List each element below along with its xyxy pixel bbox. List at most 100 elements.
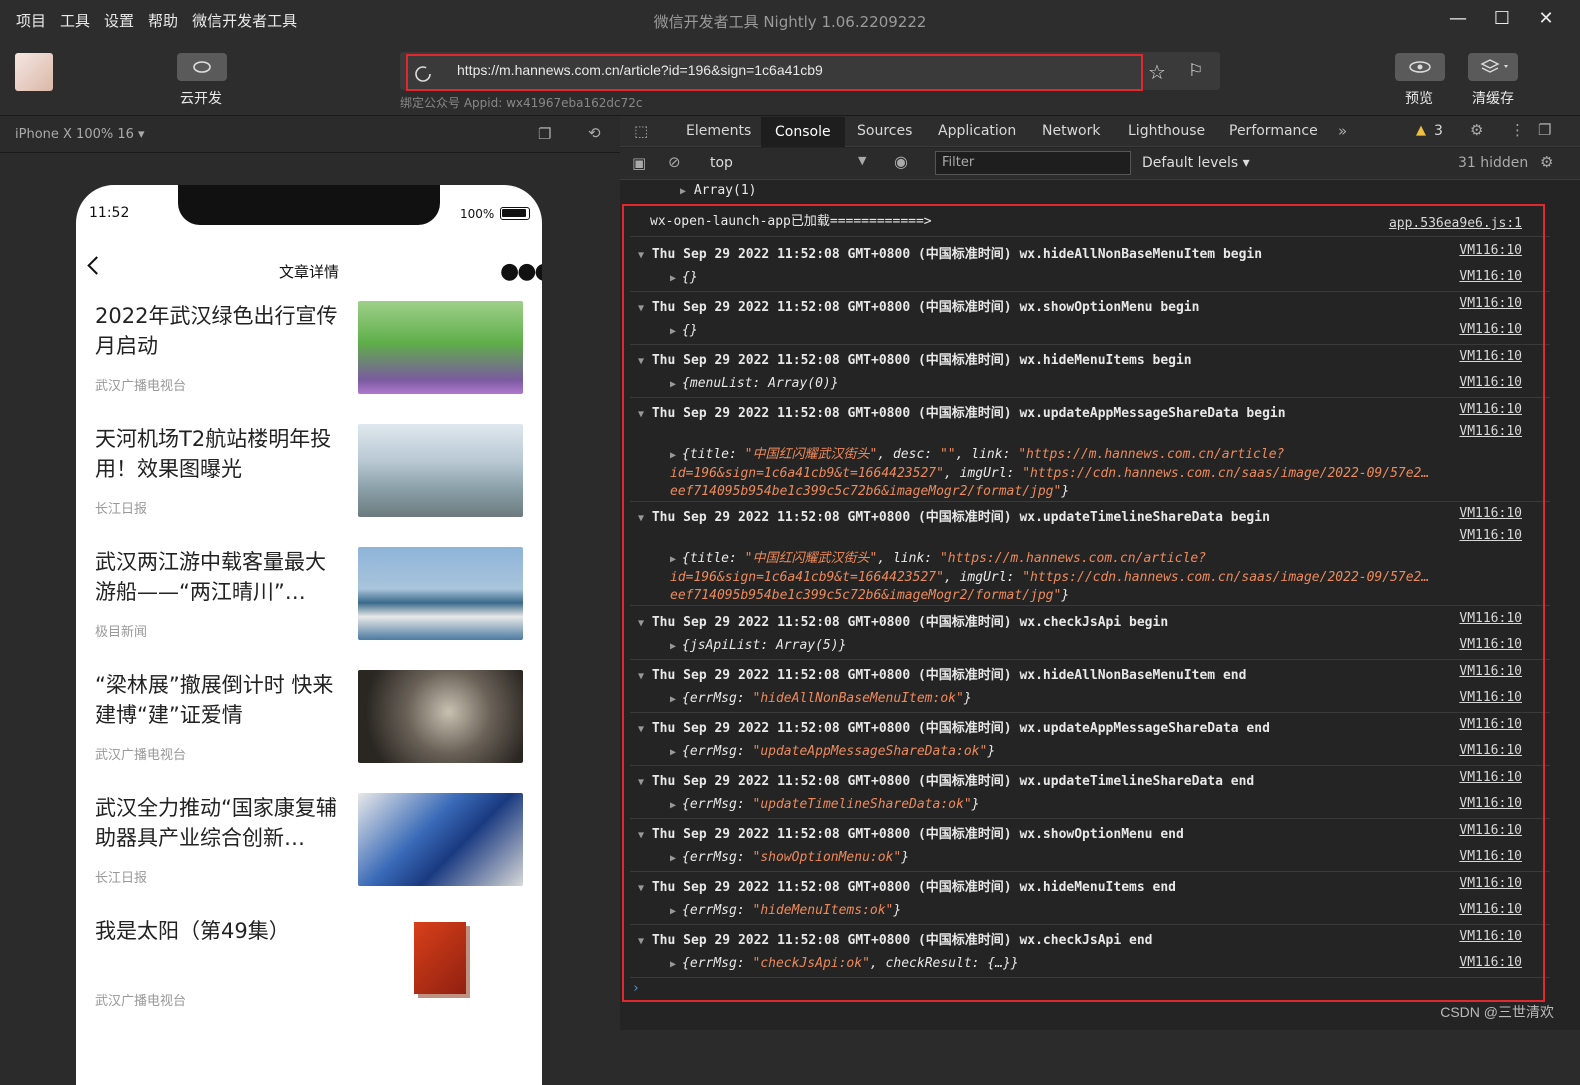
- console-entry[interactable]: ▼ Thu Sep 29 2022 11:52:08 GMT+0800 (中国标…: [630, 239, 1550, 292]
- source-link[interactable]: VM116:10: [1459, 528, 1522, 543]
- source-link[interactable]: VM116:10: [1459, 717, 1522, 732]
- source-link[interactable]: VM116:10: [1459, 322, 1522, 337]
- source-link[interactable]: VM116:10: [1459, 823, 1522, 838]
- maximize-icon[interactable]: ☐: [1480, 6, 1524, 32]
- collapse-icon[interactable]: ▼: [638, 724, 644, 735]
- console-entry[interactable]: ▼ Thu Sep 29 2022 11:52:08 GMT+0800 (中国标…: [630, 607, 1550, 660]
- cloud-button[interactable]: [177, 53, 227, 81]
- close-icon[interactable]: ✕: [1524, 6, 1568, 32]
- flag-icon[interactable]: ⚐: [1188, 61, 1203, 81]
- collapse-icon[interactable]: ▼: [638, 830, 644, 841]
- tab-network[interactable]: Network: [1042, 123, 1100, 139]
- more-icon[interactable]: ●●●: [500, 259, 542, 284]
- avatar[interactable]: [15, 53, 53, 91]
- collapse-icon[interactable]: ▼: [638, 883, 644, 894]
- source-link[interactable]: VM116:10: [1459, 349, 1522, 364]
- console-entry[interactable]: ▼ Thu Sep 29 2022 11:52:08 GMT+0800 (中国标…: [630, 292, 1550, 345]
- tab-elements[interactable]: Elements: [686, 123, 751, 139]
- source-link[interactable]: VM116:10: [1459, 637, 1522, 652]
- source-link[interactable]: VM116:10: [1459, 269, 1522, 284]
- source-link[interactable]: VM116:10: [1459, 743, 1522, 758]
- eye-icon[interactable]: ◉: [894, 152, 908, 171]
- sidebar-icon[interactable]: ▣: [632, 154, 646, 172]
- source-link[interactable]: VM116:10: [1459, 611, 1522, 626]
- source-link[interactable]: VM116:10: [1459, 690, 1522, 705]
- console-entry[interactable]: ▼ Thu Sep 29 2022 11:52:08 GMT+0800 (中国标…: [630, 819, 1550, 872]
- list-item[interactable]: 武汉两江游中载客量最大游船——“两江晴川”… 极目新闻: [95, 547, 525, 651]
- collapse-icon[interactable]: ▼: [638, 356, 644, 367]
- refresh-icon[interactable]: [413, 64, 433, 84]
- minimize-icon[interactable]: —: [1436, 6, 1480, 32]
- tab-application[interactable]: Application: [938, 123, 1016, 139]
- warning-icon[interactable]: ▲: [1416, 123, 1426, 138]
- collapse-icon[interactable]: ▼: [638, 303, 644, 314]
- gear-icon[interactable]: ⚙: [1470, 121, 1483, 139]
- preview-button[interactable]: [1395, 53, 1445, 81]
- inspect-icon[interactable]: ⬚: [634, 122, 648, 140]
- source-link[interactable]: VM116:10: [1459, 424, 1522, 439]
- source-link[interactable]: VM116:10: [1459, 375, 1522, 390]
- source-link[interactable]: app.536ea9e6.js:1: [1389, 213, 1522, 235]
- console-entry[interactable]: ▼ Thu Sep 29 2022 11:52:08 GMT+0800 (中国标…: [630, 872, 1550, 925]
- source-link[interactable]: VM116:10: [1459, 402, 1522, 417]
- expand-icon[interactable]: ▶: [670, 379, 682, 390]
- collapse-icon[interactable]: ▼: [638, 409, 644, 420]
- expand-icon[interactable]: ▶: [670, 694, 682, 705]
- context-select[interactable]: top: [710, 155, 733, 171]
- collapse-icon[interactable]: ▼: [638, 671, 644, 682]
- more-tabs-icon[interactable]: »: [1338, 122, 1347, 140]
- collapse-icon[interactable]: ▼: [638, 513, 644, 524]
- warning-count[interactable]: 3: [1434, 123, 1443, 139]
- list-item[interactable]: 我是太阳（第49集） 武汉广播电视台: [95, 916, 525, 1020]
- source-link[interactable]: VM116:10: [1459, 296, 1522, 311]
- console-entry[interactable]: ▼ Thu Sep 29 2022 11:52:08 GMT+0800 (中国标…: [630, 345, 1550, 398]
- list-item[interactable]: 天河机场T2航站楼明年投用！效果图曝光 长江日报: [95, 424, 525, 528]
- list-item[interactable]: 武汉全力推动“国家康复辅助器具产业综合创新… 长江日报: [95, 793, 525, 897]
- expand-icon[interactable]: ▶: [670, 326, 682, 337]
- expand-icon[interactable]: ▶: [670, 959, 682, 970]
- console-entry[interactable]: ▼ Thu Sep 29 2022 11:52:08 GMT+0800 (中国标…: [630, 502, 1550, 606]
- expand-icon[interactable]: ▶: [670, 906, 682, 917]
- rotate-icon[interactable]: ⟲: [588, 124, 601, 142]
- source-link[interactable]: VM116:10: [1459, 902, 1522, 917]
- expand-icon[interactable]: ▶: [670, 450, 682, 461]
- expand-icon[interactable]: ▶: [670, 747, 682, 758]
- console-entry[interactable]: ▼ Thu Sep 29 2022 11:52:08 GMT+0800 (中国标…: [630, 398, 1550, 502]
- source-link[interactable]: VM116:10: [1459, 664, 1522, 679]
- expand-icon[interactable]: ▶: [670, 273, 682, 284]
- tab-sources[interactable]: Sources: [857, 123, 912, 139]
- prompt-icon[interactable]: ›: [632, 981, 640, 996]
- console-prev[interactable]: ▶ Array(1): [630, 183, 1550, 205]
- expand-icon[interactable]: ▶: [670, 800, 682, 811]
- collapse-icon[interactable]: ▼: [638, 618, 644, 629]
- console-entry[interactable]: ▼ Thu Sep 29 2022 11:52:08 GMT+0800 (中国标…: [630, 925, 1550, 978]
- source-link[interactable]: VM116:10: [1459, 876, 1522, 891]
- expand-icon[interactable]: ▶: [670, 853, 682, 864]
- kebab-icon[interactable]: ⋮: [1510, 121, 1525, 139]
- popout-icon[interactable]: ❐: [538, 125, 551, 143]
- source-link[interactable]: VM116:10: [1459, 955, 1522, 970]
- filter-input[interactable]: Filter: [935, 151, 1131, 175]
- url-input[interactable]: https://m.hannews.com.cn/article?id=196&…: [457, 62, 823, 78]
- console-entry[interactable]: ▼ Thu Sep 29 2022 11:52:08 GMT+0800 (中国标…: [630, 713, 1550, 766]
- levels-select[interactable]: Default levels ▾: [1142, 155, 1250, 171]
- source-link[interactable]: VM116:10: [1459, 770, 1522, 785]
- chevron-down-icon[interactable]: ▼: [858, 154, 866, 167]
- console-settings-icon[interactable]: ⚙: [1540, 153, 1553, 171]
- collapse-icon[interactable]: ▼: [638, 777, 644, 788]
- source-link[interactable]: VM116:10: [1459, 506, 1522, 521]
- list-item[interactable]: 2022年武汉绿色出行宣传月启动 武汉广播电视台: [95, 301, 525, 405]
- expand-icon[interactable]: ▶: [670, 554, 682, 565]
- expand-icon[interactable]: ▶: [670, 641, 682, 652]
- tab-performance[interactable]: Performance: [1229, 123, 1318, 139]
- tab-lighthouse[interactable]: Lighthouse: [1128, 123, 1205, 139]
- dock-icon[interactable]: ❐: [1538, 121, 1551, 139]
- console-entry[interactable]: ▼ Thu Sep 29 2022 11:52:08 GMT+0800 (中国标…: [630, 660, 1550, 713]
- collapse-icon[interactable]: ▼: [638, 936, 644, 947]
- console-entry[interactable]: ▼ Thu Sep 29 2022 11:52:08 GMT+0800 (中国标…: [630, 766, 1550, 819]
- source-link[interactable]: VM116:10: [1459, 849, 1522, 864]
- list-item[interactable]: “梁林展”撤展倒计时 快来建博“建”证爱情 武汉广播电视台: [95, 670, 525, 774]
- tab-console[interactable]: Console: [761, 117, 845, 147]
- source-link[interactable]: VM116:10: [1459, 929, 1522, 944]
- clearcache-button[interactable]: [1468, 53, 1518, 81]
